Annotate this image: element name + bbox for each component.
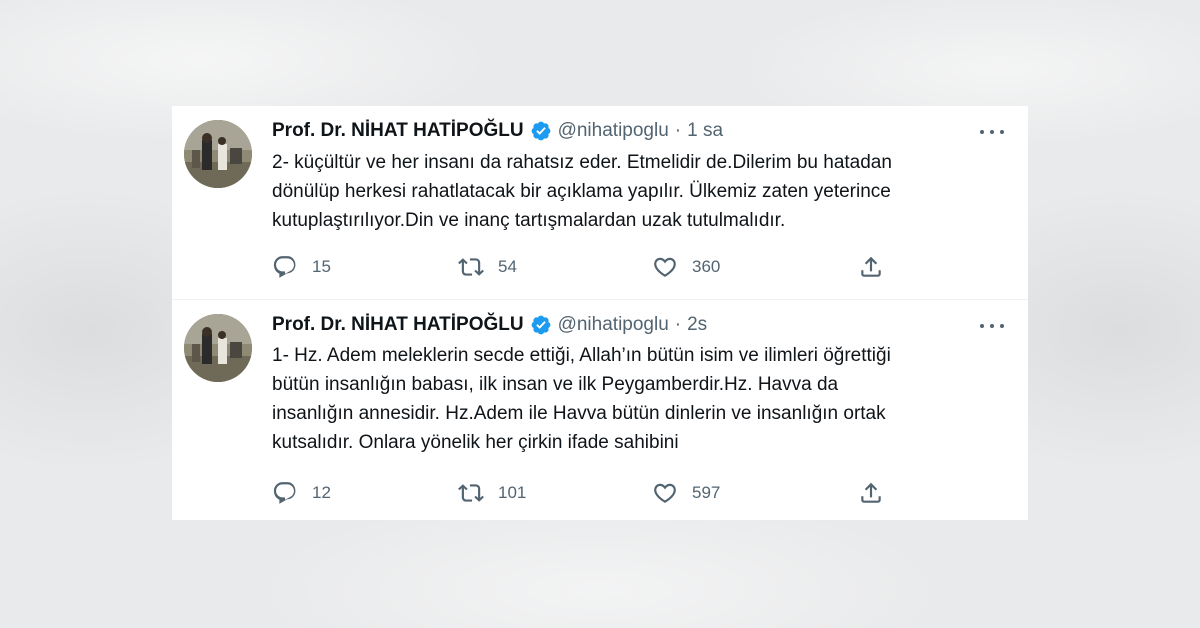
more-icon[interactable]	[980, 316, 1004, 336]
retweet-button[interactable]: 101	[458, 478, 526, 508]
retweet-icon	[458, 258, 484, 276]
like-count: 597	[692, 483, 721, 502]
tweet-text-line: bütün insanlığın babası, ilk insan ve il…	[272, 374, 839, 395]
tweet-text-line: insanlığın annesidir. Hz.Adem ile Havva …	[272, 403, 886, 424]
reply-button[interactable]: 12	[272, 478, 331, 508]
tweet[interactable]: Prof. Dr. NİHAT HATİPOĞLU @nihatipoglu ·…	[172, 106, 1028, 300]
reply-button[interactable]: 15	[272, 252, 331, 282]
tweet-text: 2- küçültür ve her insanı da rahatsız ed…	[272, 148, 992, 235]
timestamp[interactable]: 2s	[687, 314, 707, 336]
tweet-text-line: kutuplaştırılıyor.Din ve inanç tartışmal…	[272, 210, 786, 231]
retweet-count: 54	[498, 257, 517, 276]
tweet-actions: 15 54 360	[272, 252, 892, 282]
tweet[interactable]: Prof. Dr. NİHAT HATİPOĞLU @nihatipoglu ·…	[172, 300, 1028, 520]
reply-icon	[273, 482, 296, 504]
retweet-button[interactable]: 54	[458, 252, 517, 282]
reply-icon	[273, 256, 296, 278]
like-button[interactable]: 597	[652, 478, 720, 508]
author-name[interactable]: Prof. Dr. NİHAT HATİPOĞLU	[272, 314, 524, 336]
tweet-text-line: 1- Hz. Adem meleklerin secde ettiği, All…	[272, 345, 891, 366]
tweet-text-line: dönülüp herkesi rahatlatacak bir açıklam…	[272, 181, 891, 202]
tweet-actions: 12 101 597	[272, 478, 892, 508]
verified-badge-icon	[530, 120, 552, 142]
avatar[interactable]	[184, 120, 252, 188]
tweet-header: Prof. Dr. NİHAT HATİPOĞLU @nihatipoglu ·…	[272, 312, 707, 338]
verified-badge-icon	[530, 314, 552, 336]
share-icon	[861, 482, 881, 503]
tweet-header: Prof. Dr. NİHAT HATİPOĞLU @nihatipoglu ·…	[272, 118, 723, 144]
retweet-count: 101	[498, 483, 527, 502]
tweet-thread-card: Prof. Dr. NİHAT HATİPOĞLU @nihatipoglu ·…	[172, 106, 1028, 520]
more-icon[interactable]	[980, 122, 1004, 142]
like-icon	[654, 257, 676, 277]
share-icon	[861, 256, 881, 277]
tweet-text-line: kutsalıdır. Onlara yönelik her çirkin if…	[272, 432, 679, 453]
separator-dot: ·	[674, 314, 682, 335]
reply-count: 12	[312, 483, 331, 502]
avatar[interactable]	[184, 314, 252, 382]
tweet-text-line: 2- küçültür ve her insanı da rahatsız ed…	[272, 152, 892, 173]
share-button[interactable]	[858, 252, 884, 282]
timestamp[interactable]: 1 sa	[687, 120, 723, 142]
reply-count: 15	[312, 257, 331, 276]
separator-dot: ·	[674, 120, 682, 141]
tweet-text: 1- Hz. Adem meleklerin secde ettiği, All…	[272, 341, 992, 457]
like-icon	[654, 483, 676, 503]
retweet-icon	[458, 484, 484, 502]
share-button[interactable]	[858, 478, 884, 508]
author-name[interactable]: Prof. Dr. NİHAT HATİPOĞLU	[272, 120, 524, 142]
like-button[interactable]: 360	[652, 252, 720, 282]
author-handle[interactable]: @nihatipoglu	[558, 120, 669, 142]
like-count: 360	[692, 257, 721, 276]
author-handle[interactable]: @nihatipoglu	[558, 314, 669, 336]
